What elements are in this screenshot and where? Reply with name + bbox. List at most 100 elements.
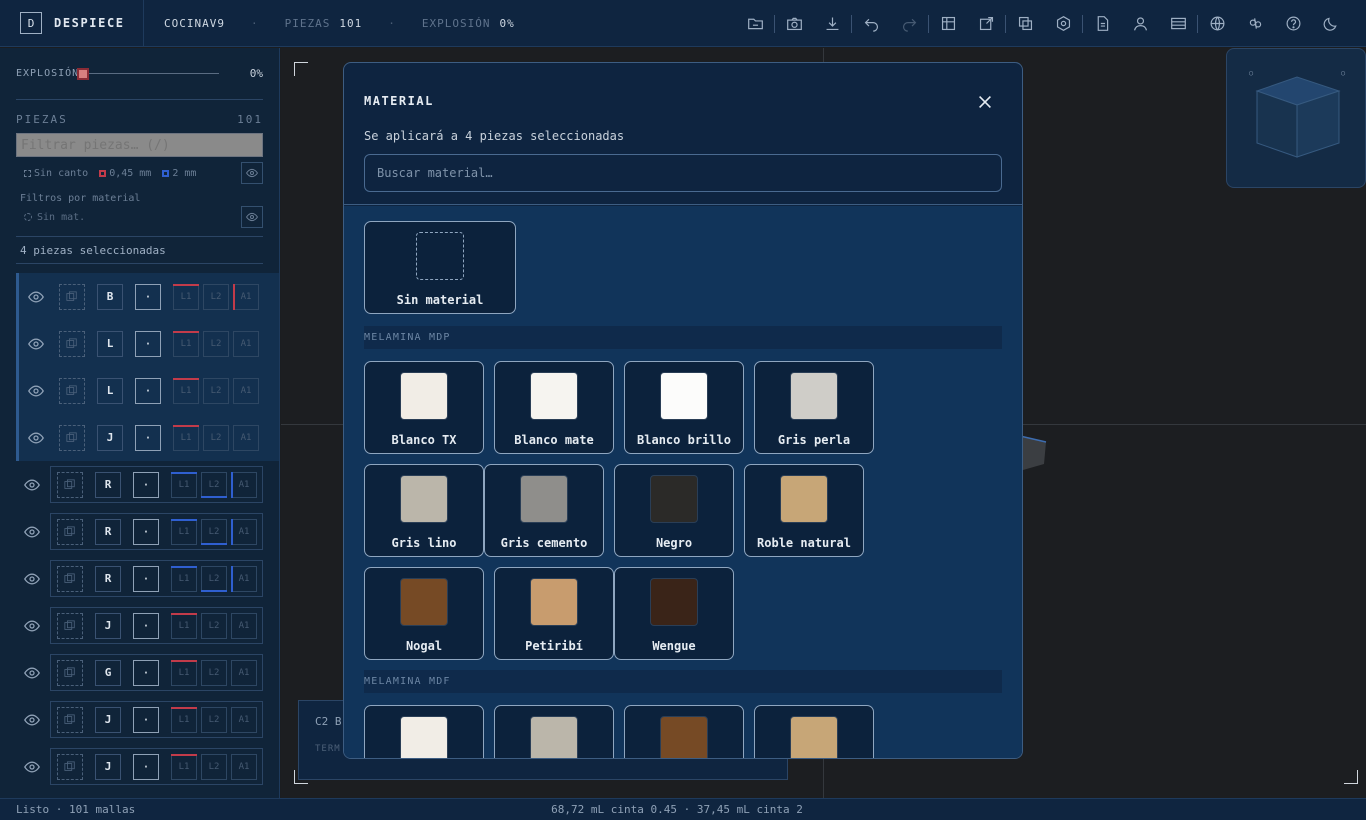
- edge-l2[interactable]: L2: [201, 706, 227, 733]
- edge-visibility-toggle[interactable]: [241, 162, 263, 184]
- edge-a1[interactable]: A1: [231, 753, 257, 780]
- explode-slider[interactable]: [77, 67, 220, 80]
- hexagon-settings-icon[interactable]: [1044, 0, 1082, 47]
- piece-thumbnail-icon[interactable]: [59, 283, 85, 310]
- piece-row[interactable]: L · L1 L2 A1: [16, 367, 279, 414]
- edge-legend-045[interactable]: 0,45 mm: [99, 168, 151, 179]
- piece-type-letter[interactable]: L: [97, 377, 123, 404]
- piece-thumbnail-icon[interactable]: [57, 706, 83, 733]
- piece-thumbnail-icon[interactable]: [57, 471, 83, 498]
- edge-legend-2[interactable]: 2 mm: [162, 168, 196, 179]
- edge-l2[interactable]: L2: [201, 471, 227, 498]
- material-card[interactable]: [494, 705, 614, 758]
- user-icon[interactable]: [1121, 0, 1159, 47]
- piece-type-letter[interactable]: G: [95, 659, 121, 686]
- edge-a1[interactable]: A1: [231, 565, 257, 592]
- edge-l2[interactable]: L2: [203, 283, 229, 310]
- table-icon[interactable]: [929, 0, 967, 47]
- panel-icon[interactable]: [1159, 0, 1197, 47]
- piece-type-letter[interactable]: J: [97, 424, 123, 451]
- material-card[interactable]: Petiribí: [494, 567, 614, 660]
- globe-icon[interactable]: [1198, 0, 1236, 47]
- piece-row[interactable]: J · L1 L2 A1: [0, 696, 279, 743]
- download-icon[interactable]: [813, 0, 851, 47]
- eye-icon[interactable]: [19, 336, 53, 352]
- edge-a1[interactable]: A1: [231, 612, 257, 639]
- piece-row[interactable]: J · L1 L2 A1: [16, 414, 279, 461]
- edge-l1[interactable]: L1: [171, 612, 197, 639]
- edge-l2[interactable]: L2: [203, 330, 229, 357]
- piece-row[interactable]: J · L1 L2 A1: [0, 602, 279, 649]
- piece-material-dot[interactable]: ·: [133, 706, 159, 733]
- camera-icon[interactable]: [775, 0, 813, 47]
- piece-row[interactable]: L · L1 L2 A1: [16, 320, 279, 367]
- edge-l1[interactable]: L1: [173, 283, 199, 310]
- piece-thumbnail-icon[interactable]: [57, 753, 83, 780]
- document-icon[interactable]: [1083, 0, 1121, 47]
- piece-type-letter[interactable]: R: [95, 565, 121, 592]
- piece-material-dot[interactable]: ·: [133, 659, 159, 686]
- piece-row[interactable]: R · L1 L2 A1: [0, 461, 279, 508]
- edge-l1[interactable]: L1: [171, 471, 197, 498]
- piece-row[interactable]: J · L1 L2 A1: [0, 743, 279, 790]
- piece-row[interactable]: R · L1 L2 A1: [0, 555, 279, 602]
- piece-material-dot[interactable]: ·: [135, 330, 161, 357]
- edge-l1[interactable]: L1: [173, 424, 199, 451]
- piece-thumbnail-icon[interactable]: [57, 612, 83, 639]
- eye-icon[interactable]: [19, 430, 53, 446]
- folder-open-icon[interactable]: [736, 0, 774, 47]
- edge-l2[interactable]: L2: [201, 612, 227, 639]
- eye-icon[interactable]: [14, 665, 50, 681]
- material-card[interactable]: [624, 705, 744, 758]
- edge-l2[interactable]: L2: [201, 659, 227, 686]
- edge-l1[interactable]: L1: [171, 706, 197, 733]
- material-card[interactable]: Nogal: [364, 567, 484, 660]
- eye-icon[interactable]: [14, 759, 50, 775]
- material-card[interactable]: [364, 705, 484, 758]
- material-card[interactable]: Blanco brillo: [624, 361, 744, 454]
- edge-l1[interactable]: L1: [173, 377, 199, 404]
- eye-icon[interactable]: [14, 477, 50, 493]
- view-cube[interactable]: ○ ○: [1226, 48, 1366, 188]
- piece-thumbnail-icon[interactable]: [59, 377, 85, 404]
- moon-icon[interactable]: [1312, 0, 1350, 47]
- material-card[interactable]: Gris cemento: [484, 464, 604, 557]
- eye-icon[interactable]: [14, 524, 50, 540]
- edge-l1[interactable]: L1: [173, 330, 199, 357]
- piece-filter-input[interactable]: [16, 133, 263, 157]
- undo-icon[interactable]: [852, 0, 890, 47]
- explode-slider-thumb[interactable]: [77, 67, 90, 80]
- redo-icon[interactable]: [890, 0, 928, 47]
- piece-thumbnail-icon[interactable]: [59, 424, 85, 451]
- eye-icon[interactable]: [14, 712, 50, 728]
- edge-l2[interactable]: L2: [203, 424, 229, 451]
- edge-l2[interactable]: L2: [203, 377, 229, 404]
- piece-type-letter[interactable]: J: [95, 706, 121, 733]
- piece-thumbnail-icon[interactable]: [57, 565, 83, 592]
- piece-type-letter[interactable]: L: [97, 330, 123, 357]
- piece-material-dot[interactable]: ·: [133, 471, 159, 498]
- edge-l1[interactable]: L1: [171, 753, 197, 780]
- eye-icon[interactable]: [14, 618, 50, 634]
- piece-material-dot[interactable]: ·: [133, 753, 159, 780]
- edge-legend-none[interactable]: Sin canto: [24, 168, 88, 179]
- eye-icon[interactable]: [14, 571, 50, 587]
- edge-a1[interactable]: A1: [233, 283, 259, 310]
- piece-type-letter[interactable]: R: [95, 518, 121, 545]
- material-card[interactable]: Blanco mate: [494, 361, 614, 454]
- piece-type-letter[interactable]: J: [95, 753, 121, 780]
- eye-icon[interactable]: [19, 289, 53, 305]
- material-card[interactable]: Gris perla: [754, 361, 874, 454]
- help-icon[interactable]: [1274, 0, 1312, 47]
- piece-row[interactable]: B · L1 L2 A1: [16, 273, 279, 320]
- material-card[interactable]: Gris lino: [364, 464, 484, 557]
- piece-material-dot[interactable]: ·: [133, 518, 159, 545]
- eye-icon[interactable]: [19, 383, 53, 399]
- material-card[interactable]: [754, 705, 874, 758]
- piece-type-letter[interactable]: J: [95, 612, 121, 639]
- edge-l1[interactable]: L1: [171, 518, 197, 545]
- edge-a1[interactable]: A1: [231, 471, 257, 498]
- edge-a1[interactable]: A1: [231, 706, 257, 733]
- edge-a1[interactable]: A1: [233, 330, 259, 357]
- piece-type-letter[interactable]: R: [95, 471, 121, 498]
